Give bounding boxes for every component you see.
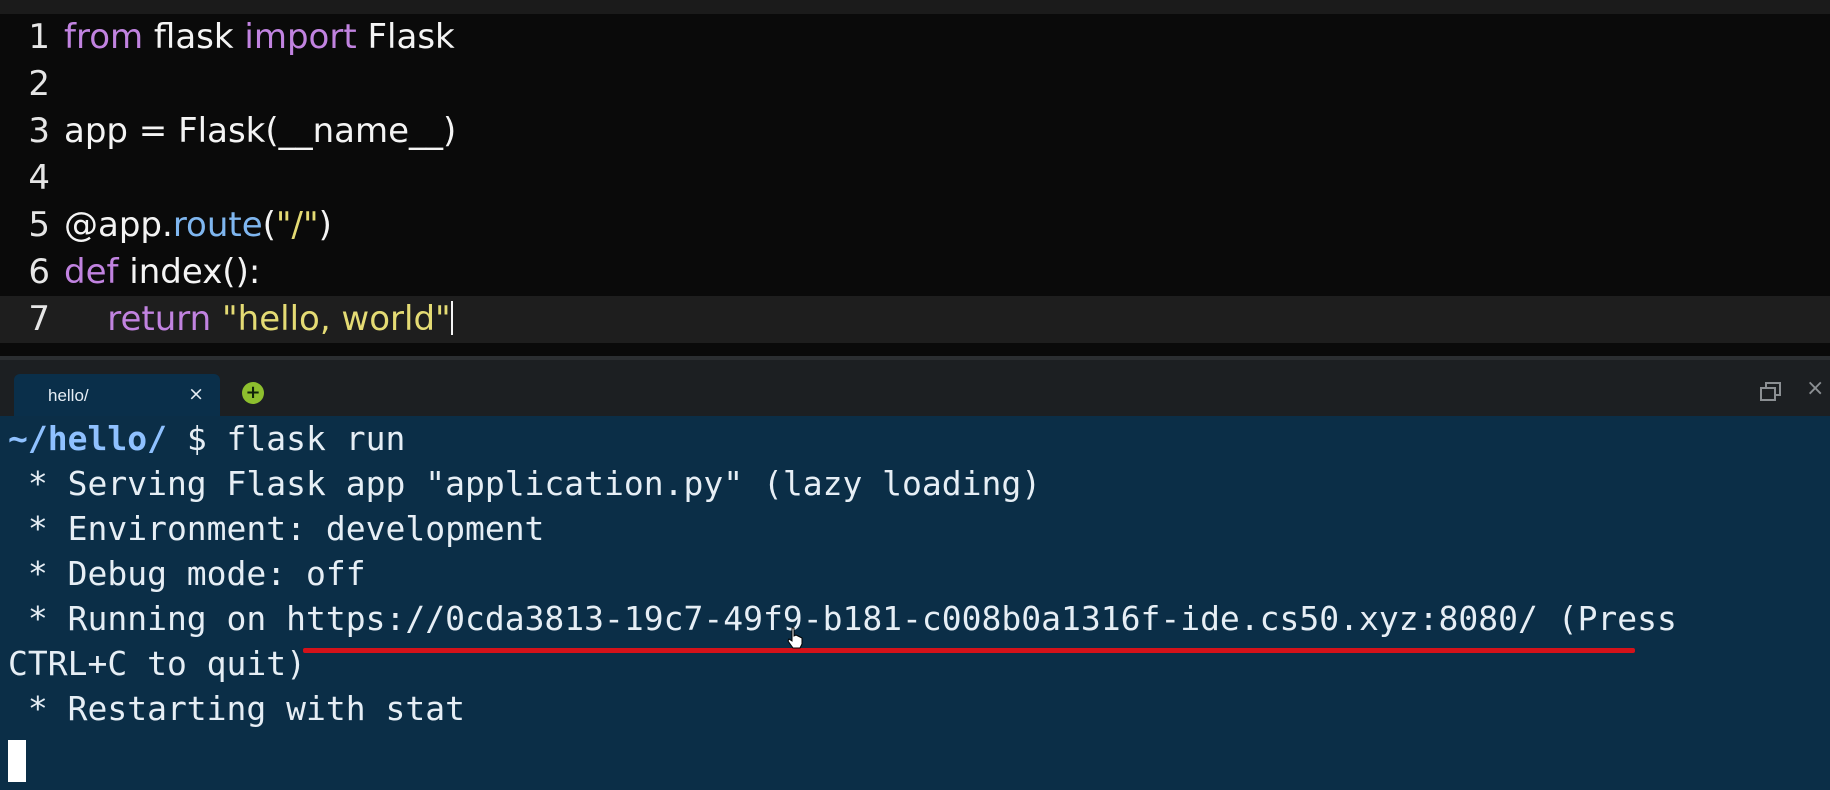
terminal-output-environment: * Environment: development xyxy=(8,509,545,548)
editor-top-bar xyxy=(0,0,1830,14)
code-token: Flask xyxy=(356,17,455,57)
add-tab-icon[interactable]: + xyxy=(242,382,264,404)
terminal-output-running: * Running on https://0cda3813-19c7-49f9-… xyxy=(8,596,1677,641)
line-number: 7 xyxy=(28,299,50,339)
code-line[interactable]: 7 return "hello, world" xyxy=(0,296,1830,343)
mouse-pointer-icon xyxy=(787,627,803,649)
terminal-output-debug: * Debug mode: off xyxy=(8,554,366,593)
code-token: ( xyxy=(262,205,276,245)
code-line[interactable]: 1 from flask import Flask xyxy=(0,14,1830,61)
line-number: 1 xyxy=(28,17,50,57)
terminal-output-serving: * Serving Flask app "application.py" (la… xyxy=(8,464,1042,503)
code-token: app = Flask(__name__) xyxy=(64,111,457,151)
terminal-cursor xyxy=(8,740,26,782)
code-token: "hello, world" xyxy=(222,299,451,339)
code-token: ) xyxy=(318,205,332,245)
terminal-tab-label: hello/ xyxy=(48,386,89,405)
code-text: return "hello, world" xyxy=(64,296,453,343)
terminal-output-restarting: * Restarting with stat xyxy=(8,689,465,728)
terminal-tab-bar: hello/ × + × xyxy=(0,356,1830,420)
line-number: 4 xyxy=(28,158,50,198)
prompt-command: $ flask run xyxy=(166,419,406,458)
line-number: 5 xyxy=(28,205,50,245)
code-token: import xyxy=(244,17,357,57)
code-token: flask xyxy=(143,17,245,57)
code-text: app = Flask(__name__) xyxy=(64,108,456,155)
code-token: "/" xyxy=(275,205,319,245)
code-token: from xyxy=(64,17,144,57)
restore-window-icon[interactable] xyxy=(1760,382,1781,401)
code-text: def index(): xyxy=(64,249,260,296)
line-number: 2 xyxy=(28,64,50,104)
prompt-path: ~/hello/ xyxy=(8,419,167,458)
code-text: @app.route("/") xyxy=(64,202,332,249)
terminal-output-quit: CTRL+C to quit) xyxy=(8,644,307,683)
text-caret xyxy=(450,301,453,335)
code-token: route xyxy=(172,205,263,245)
code-token: index(): xyxy=(118,252,261,292)
url-annotation-underline xyxy=(303,648,1635,653)
code-line[interactable]: 3 app = Flask(__name__) xyxy=(0,108,1830,155)
running-prefix: * Running on xyxy=(8,599,287,638)
close-icon[interactable]: × xyxy=(188,383,204,405)
code-editor[interactable]: 1 from flask import Flask 2 3 app = Flask(__… xyxy=(0,0,1830,356)
terminal-prompt-line: ~/hello/ $ flask run xyxy=(8,416,405,461)
code-text: from flask import Flask xyxy=(64,14,455,61)
code-token: def xyxy=(64,252,119,292)
terminal-tab[interactable]: hello/ × xyxy=(14,374,220,420)
code-token: @app. xyxy=(64,205,173,245)
server-url-link[interactable]: https://0cda3813-19c7-49f9-b181-c008b0a1… xyxy=(286,599,1538,638)
code-line[interactable]: 5 @app.route("/") xyxy=(0,202,1830,249)
line-number: 3 xyxy=(28,111,50,151)
code-line[interactable]: 2 xyxy=(0,61,1830,108)
running-suffix: (Press xyxy=(1537,599,1677,638)
code-line[interactable]: 4 xyxy=(0,155,1830,202)
code-line[interactable]: 6 def index(): xyxy=(0,249,1830,296)
panel-close-icon[interactable]: × xyxy=(1806,376,1824,401)
code-token: return xyxy=(107,299,212,339)
line-number: 6 xyxy=(28,252,50,292)
